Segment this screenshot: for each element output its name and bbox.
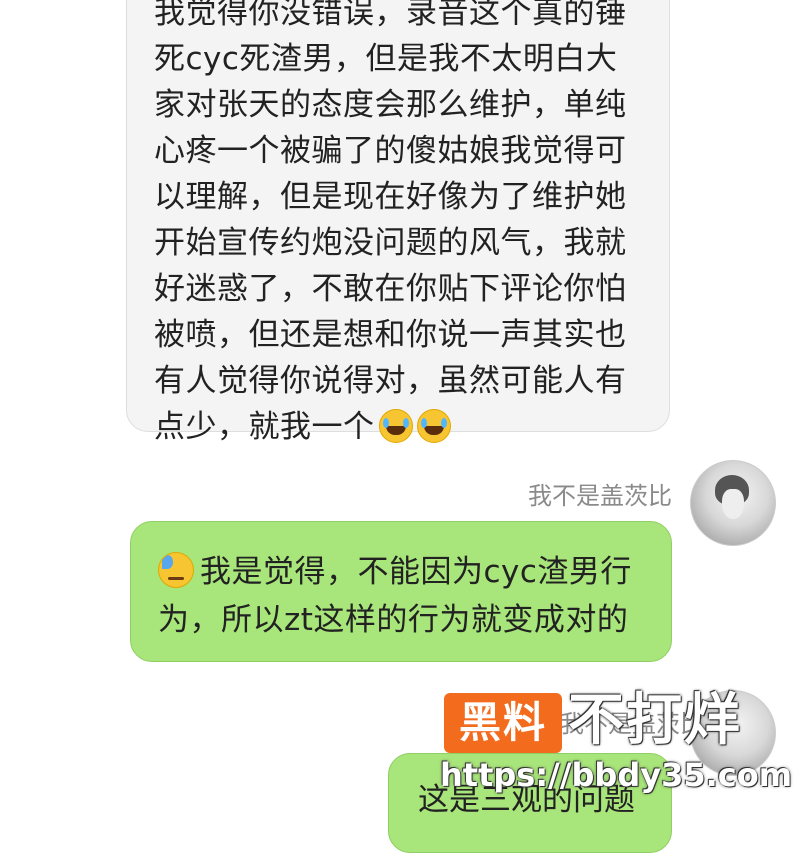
user-avatar[interactable] (690, 460, 776, 546)
message-line: 被喷，但还是想和你说一声其实也 (154, 317, 627, 353)
message-line: 为，所以zt这样的行为就变成对的 (158, 602, 629, 638)
message-line: 我是觉得，不能因为cyc渣男行 (200, 554, 632, 590)
watermark-title: 不打烊 (568, 688, 742, 753)
outgoing-message-text: 我是觉得，不能因为cyc渣男行 为，所以zt这样的行为就变成对的 (158, 548, 658, 644)
message-line: 开始宣传约炮没问题的风气，我就 (154, 225, 627, 261)
message-line: 点少，就我一个 (154, 409, 375, 445)
incoming-message-text: 我觉得你没错误，录音这个真的锤 死cyc死渣男，但是我不太明白大 家对张天的态度… (154, 0, 654, 450)
sender-name: 我不是盖茨比 (528, 482, 672, 510)
message-line: 有人觉得你说得对，虽然可能人有 (154, 363, 627, 399)
joy-emoji-icon (416, 409, 451, 443)
message-line: 家对张天的态度会那么维护，单纯 (154, 87, 627, 123)
message-line: 以理解，但是现在好像为了维护她 (154, 179, 627, 215)
joy-emoji-icon (378, 409, 413, 443)
message-line: 心疼一个被骗了的傻姑娘我觉得可 (154, 133, 627, 169)
watermark-url: https://bbdy35.com (440, 756, 793, 794)
sad-sweat-emoji-icon (158, 552, 194, 588)
message-line: 死cyc死渣男，但是我不太明白大 (154, 41, 618, 77)
message-line: 我觉得你没错误，录音这个真的锤 (154, 0, 627, 31)
message-line-last: 点少，就我一个 (154, 404, 654, 450)
watermark-badge: 黑料 (444, 693, 562, 753)
message-line: 好迷惑了，不敢在你贴下评论你怕 (154, 271, 627, 307)
avatar-face-shape (722, 489, 744, 519)
message-line-first: 我是觉得，不能因为cyc渣男行 (158, 548, 658, 596)
